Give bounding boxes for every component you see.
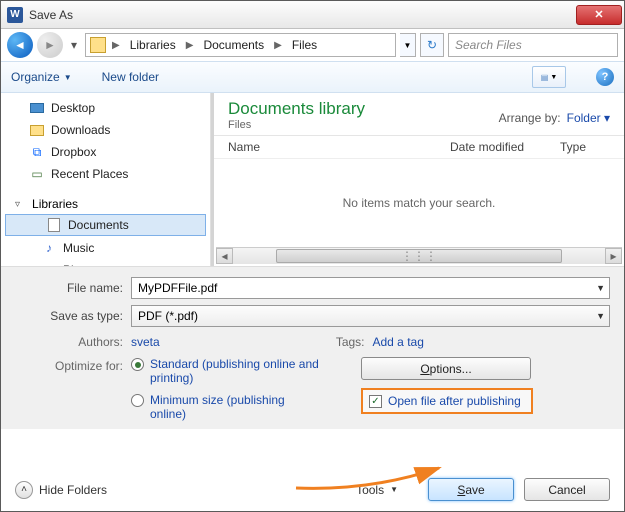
breadcrumb-bar[interactable]: ▶ Libraries ▶ Documents ▶ Files bbox=[85, 33, 396, 57]
sidebar-item-desktop[interactable]: Desktop bbox=[1, 97, 210, 119]
chevron-down-icon[interactable]: ▼ bbox=[596, 311, 605, 321]
filename-input[interactable]: MyPDFFile.pdf▼ bbox=[131, 277, 610, 299]
arrange-by-label: Arrange by: bbox=[499, 111, 561, 125]
chevron-right-icon[interactable]: ▶ bbox=[182, 40, 198, 51]
empty-message: No items match your search. bbox=[214, 159, 624, 247]
optimize-label: Optimize for: bbox=[15, 357, 131, 429]
save-as-dialog: W Save As ✕ ◄ ► ▾ ▶ Libraries ▶ Document… bbox=[0, 0, 625, 512]
optimize-minimum-radio[interactable]: Minimum size (publishing online) bbox=[131, 393, 361, 421]
authors-label: Authors: bbox=[15, 335, 131, 349]
cancel-button[interactable]: Cancel bbox=[524, 478, 610, 501]
chevron-up-icon: ˄ bbox=[15, 481, 33, 499]
library-heading: Documents library bbox=[228, 99, 499, 119]
dialog-footer: ˄ Hide Folders Tools▼ Save Cancel bbox=[15, 478, 610, 501]
sidebar-item-dropbox[interactable]: ⧉Dropbox bbox=[1, 141, 210, 163]
chevron-right-icon[interactable]: ▶ bbox=[108, 40, 124, 51]
breadcrumb-documents[interactable]: Documents bbox=[199, 37, 268, 53]
view-options-button[interactable]: ▤▼ bbox=[532, 66, 566, 88]
history-dropdown[interactable]: ▾ bbox=[67, 34, 81, 56]
checkbox-icon: ✓ bbox=[369, 395, 382, 408]
sidebar: Desktop Downloads ⧉Dropbox ▭Recent Place… bbox=[1, 93, 211, 266]
options-button[interactable]: Options... bbox=[361, 357, 531, 380]
horizontal-scrollbar[interactable]: ◂ ⋮⋮⋮ ▸ bbox=[216, 247, 622, 264]
refresh-button[interactable]: ↻ bbox=[420, 33, 444, 57]
column-name[interactable]: Name bbox=[228, 140, 450, 154]
arrange-by-dropdown[interactable]: Folder ▾ bbox=[567, 111, 610, 125]
breadcrumb-libraries[interactable]: Libraries bbox=[126, 37, 180, 53]
library-subheading: Files bbox=[228, 119, 499, 131]
authors-value[interactable]: sveta bbox=[131, 335, 160, 349]
open-after-publishing-checkbox[interactable]: ✓ Open file after publishing bbox=[361, 388, 533, 414]
tools-menu[interactable]: Tools▼ bbox=[356, 483, 398, 497]
sidebar-item-pictures[interactable]: ▦Pictures bbox=[1, 259, 210, 266]
optimize-standard-radio[interactable]: Standard (publishing online and printing… bbox=[131, 357, 361, 385]
breadcrumb-dropdown[interactable]: ▼ bbox=[400, 33, 416, 57]
titlebar: W Save As ✕ bbox=[1, 1, 624, 29]
save-form: File name: MyPDFFile.pdf▼ Save as type: … bbox=[1, 266, 624, 429]
scroll-right-icon[interactable]: ▸ bbox=[605, 248, 622, 264]
save-type-dropdown[interactable]: PDF (*.pdf)▼ bbox=[131, 305, 610, 327]
search-input[interactable]: Search Files bbox=[448, 33, 618, 57]
column-date[interactable]: Date modified bbox=[450, 140, 560, 154]
chevron-down-icon[interactable]: ▼ bbox=[596, 283, 605, 293]
filename-label: File name: bbox=[15, 281, 131, 295]
new-folder-button[interactable]: New folder bbox=[102, 70, 159, 84]
window-title: Save As bbox=[29, 8, 576, 22]
tags-label: Tags: bbox=[313, 335, 373, 349]
save-button[interactable]: Save bbox=[428, 478, 514, 501]
tags-value[interactable]: Add a tag bbox=[373, 335, 424, 349]
scroll-left-icon[interactable]: ◂ bbox=[216, 248, 233, 264]
sidebar-item-music[interactable]: ♪Music bbox=[1, 237, 210, 259]
toolbar: Organize ▼ New folder ▤▼ ? bbox=[1, 61, 624, 93]
radio-icon bbox=[131, 394, 144, 407]
close-button[interactable]: ✕ bbox=[576, 5, 622, 25]
hide-folders-button[interactable]: ˄ Hide Folders bbox=[15, 481, 107, 499]
folder-icon bbox=[90, 37, 106, 53]
column-type[interactable]: Type bbox=[560, 140, 610, 154]
breadcrumb-files[interactable]: Files bbox=[288, 37, 321, 53]
sidebar-group-libraries[interactable]: ▿Libraries bbox=[1, 195, 210, 213]
file-list-pane: Documents library Files Arrange by: Fold… bbox=[211, 93, 624, 266]
organize-menu[interactable]: Organize ▼ bbox=[11, 70, 72, 84]
sidebar-item-recent[interactable]: ▭Recent Places bbox=[1, 163, 210, 185]
scrollbar-thumb[interactable]: ⋮⋮⋮ bbox=[276, 249, 562, 263]
radio-icon bbox=[131, 358, 144, 371]
chevron-right-icon[interactable]: ▶ bbox=[270, 40, 286, 51]
forward-button[interactable]: ► bbox=[37, 32, 63, 58]
navigation-bar: ◄ ► ▾ ▶ Libraries ▶ Documents ▶ Files ▼ … bbox=[1, 29, 624, 61]
help-button[interactable]: ? bbox=[596, 68, 614, 86]
column-headers[interactable]: Name Date modified Type bbox=[214, 136, 624, 159]
save-type-label: Save as type: bbox=[15, 309, 131, 323]
sidebar-item-documents[interactable]: Documents bbox=[5, 214, 206, 236]
word-app-icon: W bbox=[7, 7, 23, 23]
sidebar-item-downloads[interactable]: Downloads bbox=[1, 119, 210, 141]
back-button[interactable]: ◄ bbox=[7, 32, 33, 58]
